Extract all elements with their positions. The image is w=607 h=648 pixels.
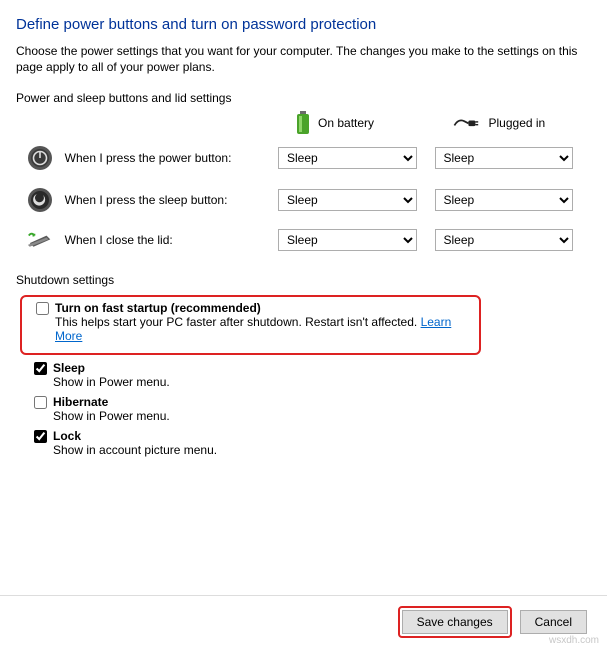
close-lid-plugged-select[interactable]: Sleep bbox=[435, 229, 574, 251]
column-plugged-in-label: Plugged in bbox=[489, 116, 546, 130]
column-on-battery: On battery bbox=[296, 111, 435, 135]
power-button-plugged-select[interactable]: Sleep bbox=[435, 147, 574, 169]
sleep-button-plugged-select[interactable]: Sleep bbox=[435, 189, 574, 211]
hibernate-checkbox[interactable] bbox=[34, 396, 47, 409]
save-button[interactable]: Save changes bbox=[402, 610, 508, 634]
save-button-highlight: Save changes bbox=[398, 606, 512, 638]
row-sleep-button-label: When I press the sleep button: bbox=[65, 193, 278, 207]
close-lid-battery-select[interactable]: Sleep bbox=[278, 229, 417, 251]
sleep-label: Sleep bbox=[53, 361, 170, 375]
column-on-battery-label: On battery bbox=[318, 116, 374, 130]
fast-startup-checkbox[interactable] bbox=[36, 302, 49, 315]
power-button-icon bbox=[27, 145, 53, 171]
battery-icon bbox=[296, 111, 310, 135]
power-button-battery-select[interactable]: Sleep bbox=[278, 147, 417, 169]
row-power-button-label: When I press the power button: bbox=[65, 151, 278, 165]
sleep-desc: Show in Power menu. bbox=[53, 375, 170, 389]
column-headers: On battery Plugged in bbox=[16, 111, 591, 135]
sleep-button-icon bbox=[27, 187, 53, 213]
plug-icon bbox=[453, 117, 481, 130]
row-close-lid-label: When I close the lid: bbox=[65, 233, 278, 247]
footer-buttons: Save changes Cancel bbox=[16, 596, 591, 648]
fast-startup-desc: This helps start your PC faster after sh… bbox=[55, 315, 471, 343]
hibernate-desc: Show in Power menu. bbox=[53, 409, 170, 423]
row-power-button: When I press the power button: Sleep Sle… bbox=[16, 145, 591, 171]
hibernate-label: Hibernate bbox=[53, 395, 170, 409]
sleep-button-battery-select[interactable]: Sleep bbox=[278, 189, 417, 211]
column-plugged-in: Plugged in bbox=[453, 116, 592, 130]
page-intro: Choose the power settings that you want … bbox=[16, 43, 591, 75]
cancel-button[interactable]: Cancel bbox=[520, 610, 587, 634]
fast-startup-label: Turn on fast startup (recommended) bbox=[55, 301, 471, 315]
lock-checkbox[interactable] bbox=[34, 430, 47, 443]
section-power-sleep-label: Power and sleep buttons and lid settings bbox=[16, 91, 591, 105]
row-sleep-button: When I press the sleep button: Sleep Sle… bbox=[16, 187, 591, 213]
fast-startup-highlight: Turn on fast startup (recommended) This … bbox=[20, 295, 481, 355]
row-close-lid: When I close the lid: Sleep Sleep bbox=[16, 229, 591, 251]
laptop-lid-icon bbox=[26, 230, 54, 251]
lock-label: Lock bbox=[53, 429, 217, 443]
shutdown-settings-heading: Shutdown settings bbox=[16, 273, 591, 287]
sleep-checkbox[interactable] bbox=[34, 362, 47, 375]
page-title: Define power buttons and turn on passwor… bbox=[16, 16, 591, 33]
lock-desc: Show in account picture menu. bbox=[53, 443, 217, 457]
